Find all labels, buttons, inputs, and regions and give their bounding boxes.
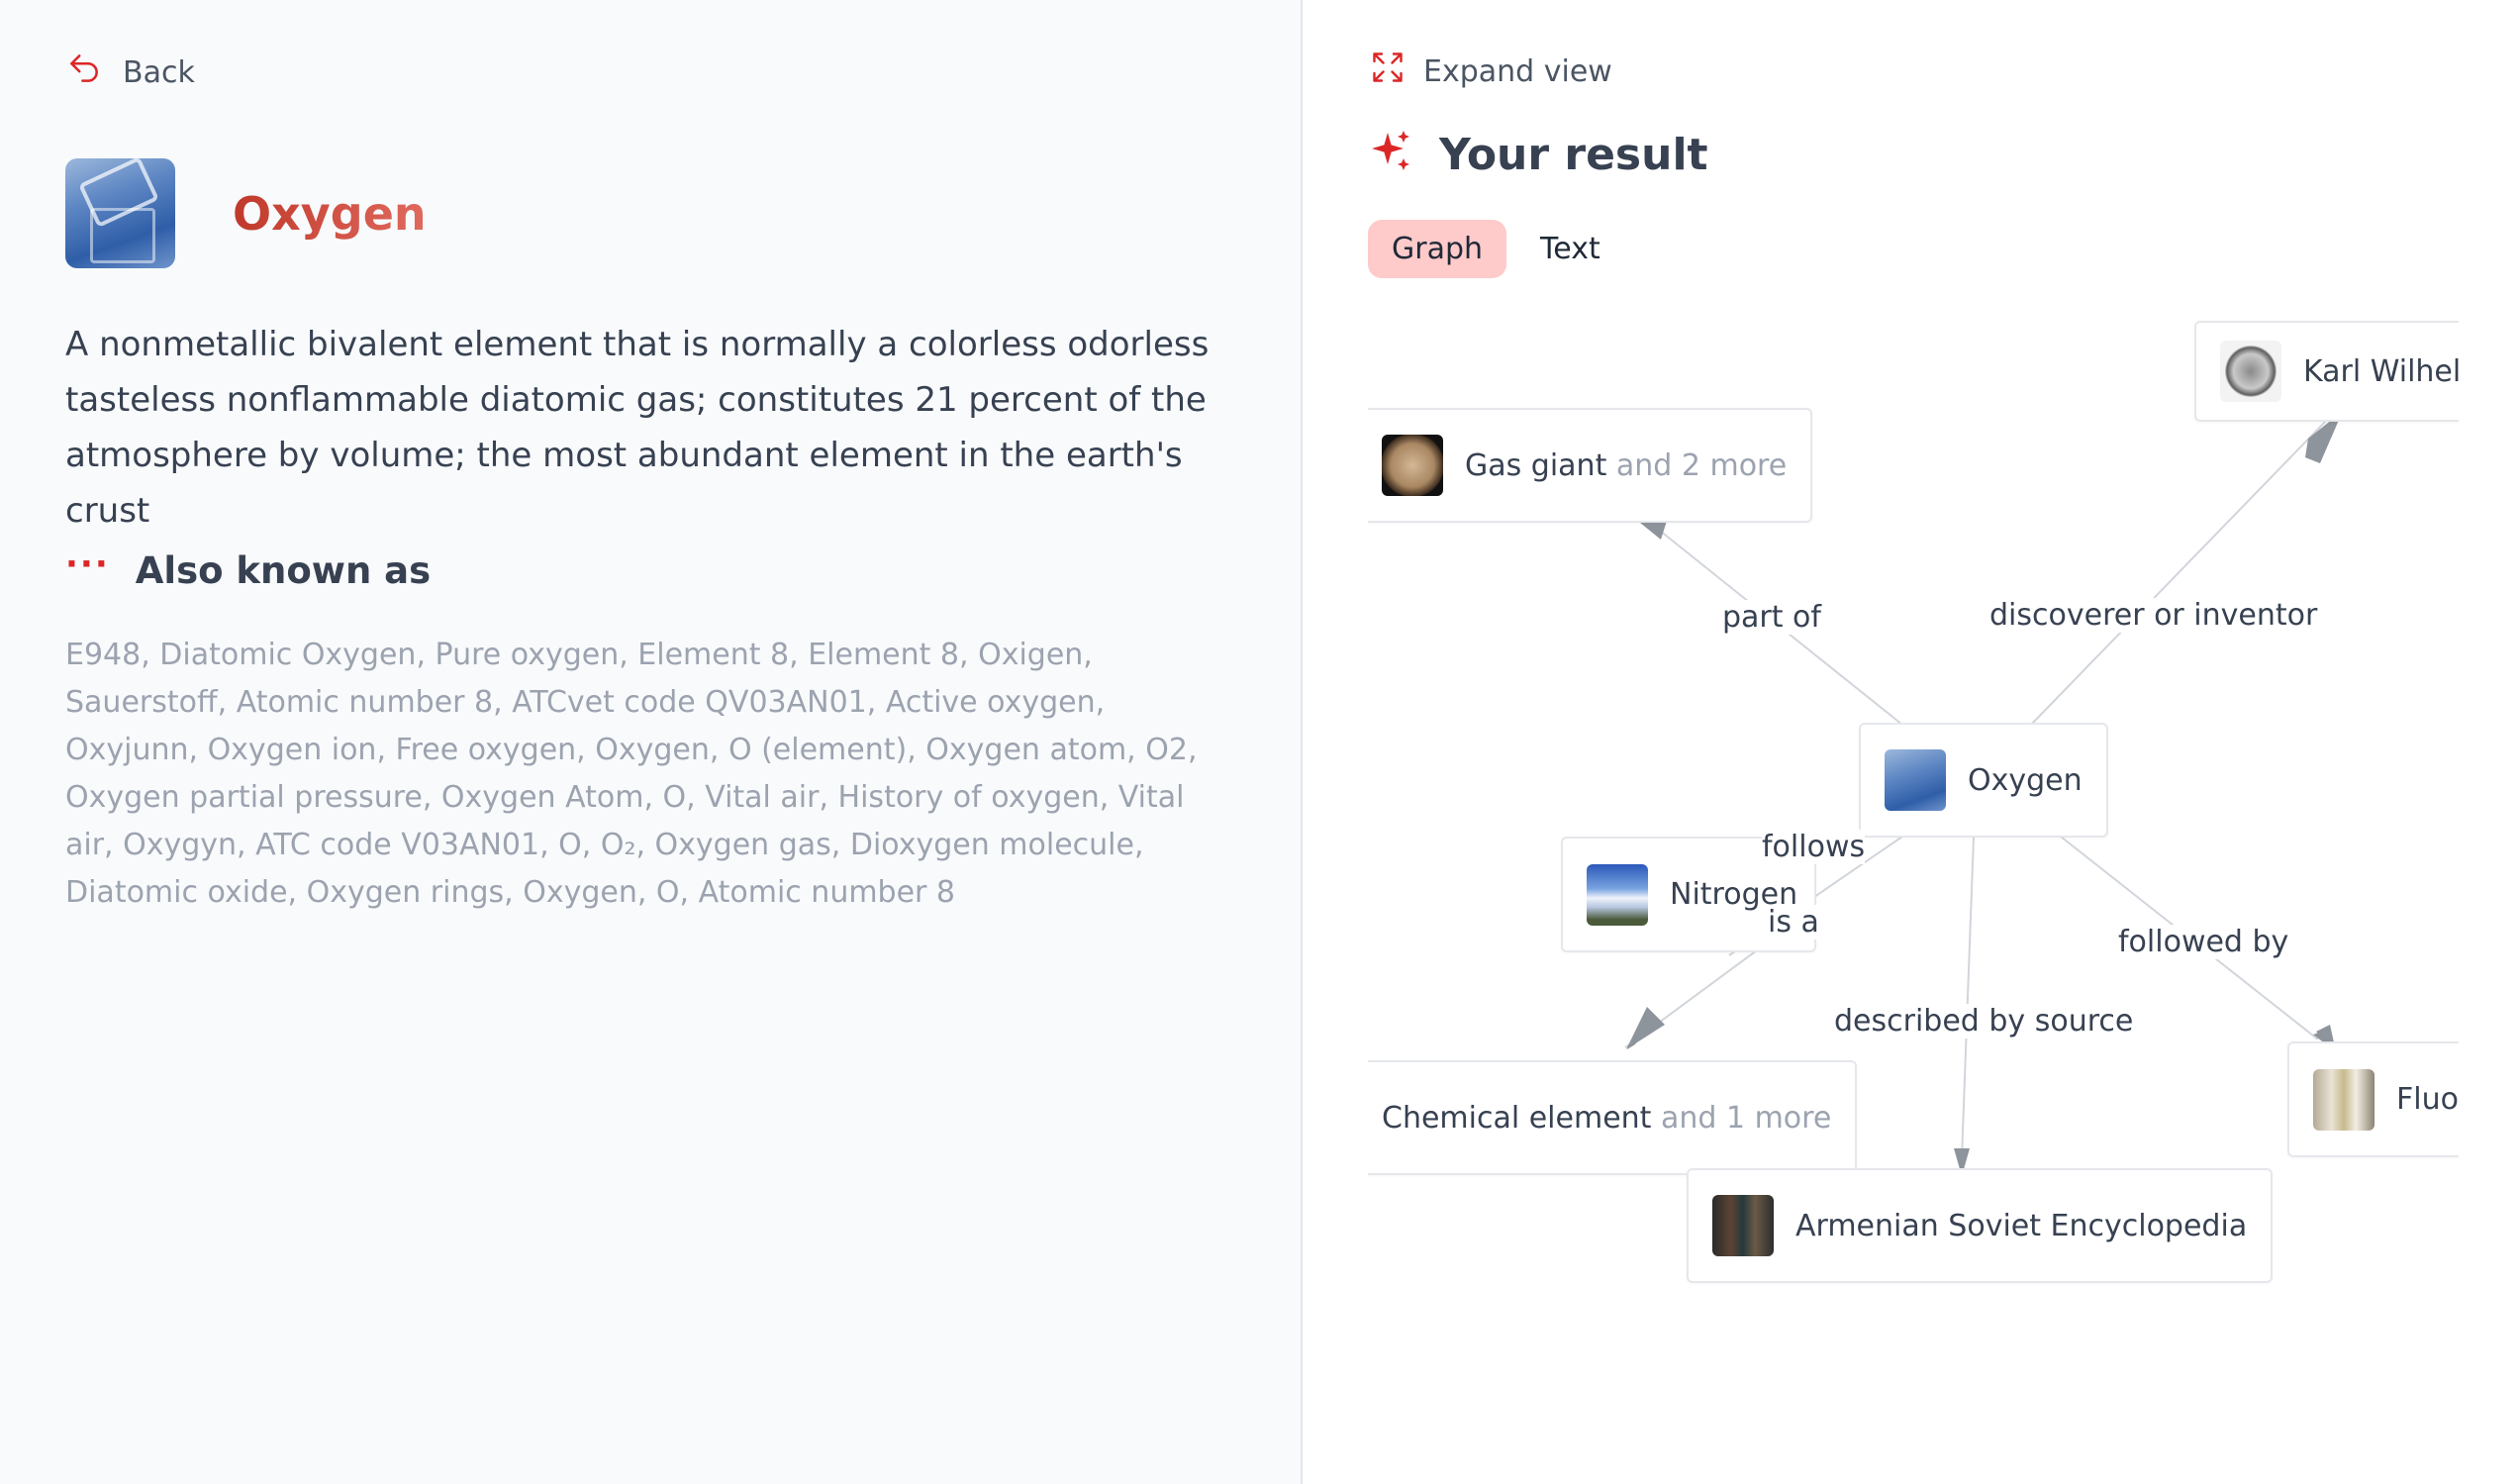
node-oxygen[interactable]: Oxygen <box>1859 723 2108 838</box>
knowledge-graph[interactable]: Karl Wilhelm Gas giant and 2 more Oxygen… <box>1368 297 2459 1484</box>
arrow-part-of-icon <box>1640 521 1667 540</box>
node-label: Gas giant and 2 more <box>1465 447 1788 483</box>
back-label: Back <box>123 54 195 90</box>
entity-description: A nonmetallic bivalent element that is n… <box>65 325 1210 531</box>
view-tabs: Graph Text <box>1368 220 1624 278</box>
expand-view-label: Expand view <box>1423 53 1612 89</box>
jupiter-icon <box>1382 435 1443 496</box>
expand-icon <box>1370 49 1405 93</box>
entity-title: Oxygen <box>233 186 427 241</box>
also-known-as-header: ··· Also known as <box>65 544 432 593</box>
node-karl-wilhelm[interactable]: Karl Wilhelm <box>2194 321 2459 422</box>
also-known-as-list: E948, Diatomic Oxygen, Pure oxygen, Elem… <box>65 638 1198 910</box>
tab-graph[interactable]: Graph <box>1368 220 1507 278</box>
oxygen-icon <box>1885 749 1946 811</box>
node-label: Fluo <box>2396 1082 2459 1117</box>
edge-label-described-by: described by source <box>1834 1004 2134 1039</box>
node-armenian-soviet-encyclopedia[interactable]: Armenian Soviet Encyclopedia <box>1687 1168 2274 1283</box>
sky-icon <box>1587 863 1648 926</box>
edge-label-discoverer: discoverer or inventor <box>1989 598 2318 633</box>
tab-text[interactable]: Text <box>1516 220 1624 278</box>
result-title: Your result <box>1439 129 1708 180</box>
back-button[interactable]: Back <box>65 49 195 95</box>
edge-label-part-of: part of <box>1722 600 1821 635</box>
entity-header: Oxygen <box>65 158 427 268</box>
fluorine-icon <box>2313 1068 2375 1131</box>
books-icon <box>1712 1195 1774 1256</box>
node-label: Chemical element and 1 more <box>1382 1100 1832 1136</box>
node-label: Armenian Soviet Encyclopedia <box>1795 1208 2248 1243</box>
edge-label-followed-by: followed by <box>2118 925 2289 959</box>
entity-thumbnail <box>65 158 175 268</box>
node-fluorine[interactable]: Fluo <box>2287 1041 2459 1157</box>
edge-label-follows: follows <box>1762 830 1866 864</box>
node-label: Oxygen <box>1968 762 2083 798</box>
arrow-is-a-icon <box>1626 1007 1665 1049</box>
sparkles-icon <box>1368 129 1415 180</box>
entity-panel: Back Oxygen A nonmetallic bivalent eleme… <box>0 0 1303 1484</box>
node-gas-giant[interactable]: Gas giant and 2 more <box>1368 408 1813 523</box>
back-arrow-icon <box>65 49 103 95</box>
expand-view-button[interactable]: Expand view <box>1370 49 1612 93</box>
ellipsis-icon: ··· <box>65 544 110 584</box>
portrait-coin-icon <box>2220 341 2281 402</box>
node-chemical-element[interactable]: Chemical element and 1 more <box>1368 1060 1858 1175</box>
edge-label-is-a: is a <box>1768 905 1819 940</box>
also-known-as-title: Also known as <box>135 549 432 592</box>
node-label: Karl Wilhelm <box>2303 353 2459 389</box>
result-header: Your result <box>1368 129 1708 180</box>
